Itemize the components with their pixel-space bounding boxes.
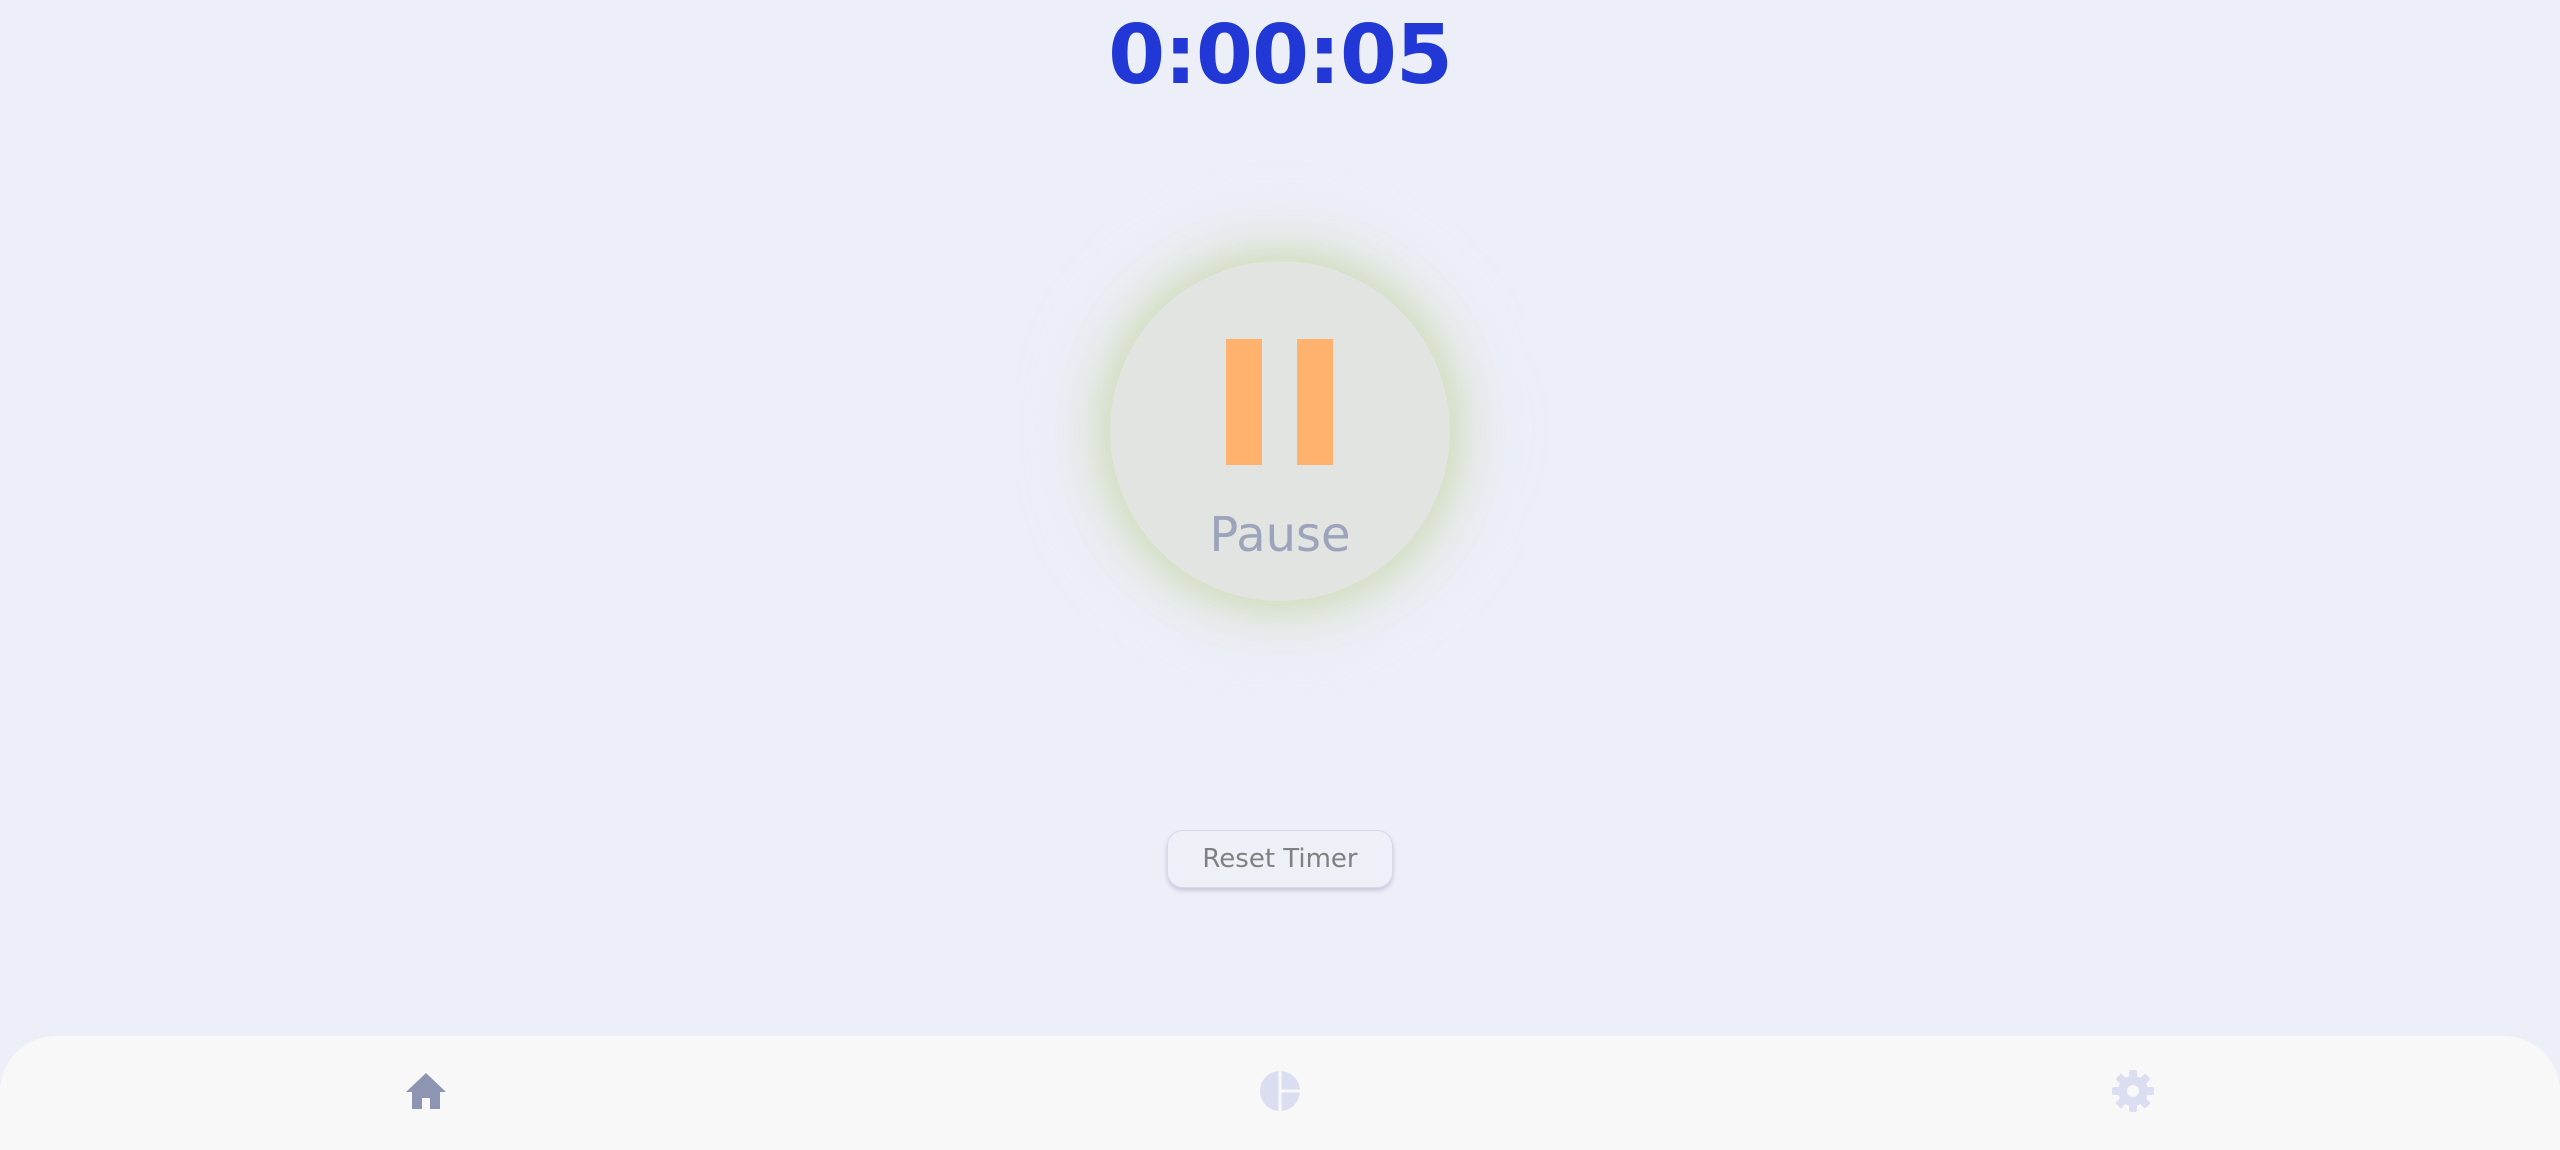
nav-settings[interactable] — [2108, 1066, 2158, 1116]
nav-statistics[interactable] — [1255, 1066, 1305, 1116]
home-icon — [406, 1073, 446, 1109]
elapsed-time-display: 0:00:05 — [1108, 8, 1453, 103]
bottom-navigation — [0, 1036, 2560, 1150]
nav-home[interactable] — [401, 1066, 451, 1116]
pause-label: Pause — [1209, 507, 1351, 563]
reset-timer-button[interactable]: Reset Timer — [1167, 830, 1393, 888]
pie-chart-icon — [1260, 1071, 1300, 1111]
pause-bar-right — [1297, 339, 1333, 465]
pause-icon — [1226, 339, 1336, 465]
pause-button[interactable]: Pause — [1110, 261, 1450, 601]
pause-bar-left — [1226, 339, 1262, 465]
gear-icon — [2112, 1070, 2154, 1112]
timer-app: 0:00:05 Pause Reset Timer — [0, 0, 2560, 1150]
